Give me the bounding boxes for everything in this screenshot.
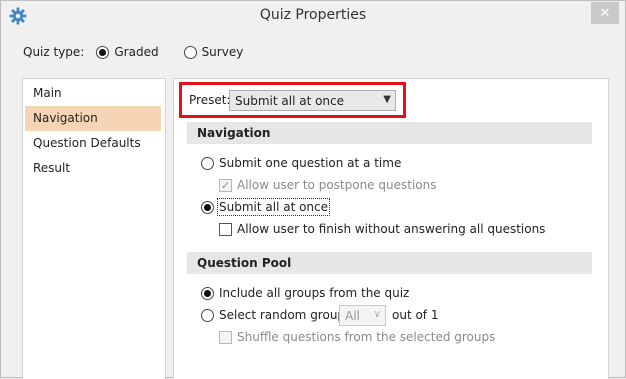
shuffle-checkbox — [219, 330, 232, 344]
select-random-radio[interactable] — [201, 308, 214, 322]
sidebar-item-navigation[interactable]: Navigation — [25, 106, 161, 131]
submit-one-option[interactable]: Submit one question at a time — [201, 156, 401, 170]
window-title: Quiz Properties — [259, 7, 367, 23]
include-all-radio[interactable] — [201, 286, 214, 300]
title-bar: Quiz Properties ✕ — [1, 1, 625, 31]
survey-radio[interactable] — [183, 45, 197, 59]
submit-all-option[interactable]: Submit all at once — [201, 198, 331, 216]
allow-finish-option[interactable]: Allow user to finish without answering a… — [219, 222, 545, 236]
allow-postpone-option: ✓ Allow user to postpone questions — [219, 178, 436, 192]
chevron-down-icon: ▼ — [383, 94, 391, 105]
shuffle-option: Shuffle questions from the selected grou… — [219, 330, 495, 344]
include-all-label[interactable]: Include all groups from the quiz — [219, 286, 409, 300]
out-of-row: out of 1 — [392, 308, 438, 322]
sidebar-item-result[interactable]: Result — [25, 156, 161, 181]
chevron-down-icon: ∨ — [373, 309, 381, 320]
preset-label: Preset: — [189, 93, 231, 107]
allow-finish-checkbox[interactable] — [219, 222, 232, 236]
allow-finish-label[interactable]: Allow user to finish without answering a… — [237, 222, 545, 236]
sidebar-item-question-defaults[interactable]: Question Defaults — [25, 131, 161, 156]
submit-one-radio[interactable] — [201, 156, 214, 170]
sidebar: Main Navigation Question Defaults Result — [22, 78, 166, 379]
graded-label[interactable]: Graded — [114, 45, 158, 59]
shuffle-label: Shuffle questions from the selected grou… — [237, 330, 496, 344]
preset-row: Preset: — [189, 93, 230, 107]
close-button[interactable]: ✕ — [591, 2, 619, 24]
submit-all-label[interactable]: Submit all at once — [216, 198, 331, 216]
question-pool-heading: Question Pool — [187, 252, 592, 274]
select-random-option[interactable]: Select random groups: — [201, 308, 355, 322]
graded-radio[interactable] — [96, 45, 110, 59]
preset-select[interactable]: Submit all at once ▼ — [229, 90, 396, 111]
out-of-label: out of 1 — [392, 308, 439, 322]
quiz-type-row: Quiz type: Graded Survey — [23, 44, 243, 60]
navigation-heading: Navigation — [187, 122, 592, 144]
random-groups-value: All — [345, 308, 360, 323]
preset-value: Submit all at once — [235, 93, 345, 108]
select-random-label[interactable]: Select random groups: — [219, 308, 355, 322]
quiz-properties-window: Quiz Properties ✕ Quiz type: Graded Surv… — [0, 0, 626, 379]
allow-postpone-label: Allow user to postpone questions — [237, 178, 437, 192]
random-groups-select: All ∨ — [339, 305, 386, 326]
sidebar-item-main[interactable]: Main — [25, 81, 161, 106]
submit-one-label[interactable]: Submit one question at a time — [219, 156, 401, 170]
allow-postpone-checkbox: ✓ — [219, 178, 232, 192]
quiz-type-label: Quiz type: — [23, 45, 85, 59]
submit-all-radio[interactable] — [201, 200, 214, 214]
include-all-option[interactable]: Include all groups from the quiz — [201, 286, 409, 300]
survey-label[interactable]: Survey — [202, 45, 244, 59]
